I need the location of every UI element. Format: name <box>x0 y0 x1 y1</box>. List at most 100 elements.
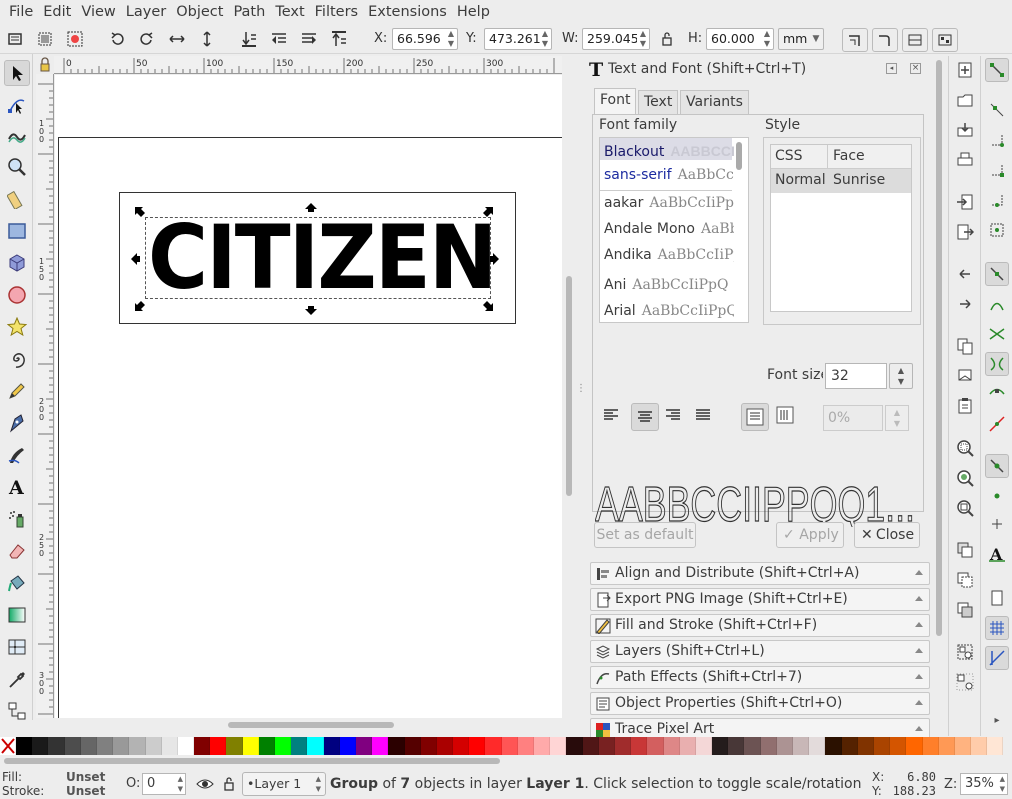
color-palette[interactable] <box>0 737 1012 755</box>
deselect-icon[interactable] <box>64 28 86 50</box>
iconify-icon[interactable]: ◂ <box>886 63 897 74</box>
raise-to-top-icon[interactable] <box>328 28 350 50</box>
vertical-text-icon[interactable] <box>775 405 799 431</box>
font-item[interactable]: Blackout AABBCCII <box>604 142 734 164</box>
color-swatch[interactable] <box>760 737 777 755</box>
rotate-cw-icon[interactable] <box>136 28 158 50</box>
save-icon[interactable] <box>953 118 977 142</box>
tweak-tool-icon[interactable] <box>4 122 30 148</box>
dropper-tool-icon[interactable] <box>4 666 30 692</box>
menu-help[interactable]: Help <box>452 0 495 24</box>
snap-rotation-center-icon[interactable] <box>985 512 1009 536</box>
color-swatch[interactable] <box>679 737 696 755</box>
color-swatch[interactable] <box>647 737 664 755</box>
snap-bbox-center-icon[interactable] <box>985 218 1009 242</box>
paste-icon[interactable] <box>953 394 977 418</box>
color-swatch[interactable] <box>712 737 729 755</box>
color-swatch[interactable] <box>534 737 551 755</box>
horizontal-scroll-thumb[interactable] <box>228 722 394 728</box>
visibility-eye-icon[interactable] <box>196 776 214 792</box>
panel-path-effects[interactable]: Path Effects (Shift+Ctrl+7) <box>590 666 930 689</box>
pencil-tool-icon[interactable] <box>4 378 30 404</box>
align-justify-icon[interactable] <box>693 405 717 431</box>
rotate-ccw-icon[interactable] <box>106 28 128 50</box>
expand-triangle-icon[interactable] <box>915 596 923 601</box>
select-all-layers-icon[interactable] <box>34 28 56 50</box>
unit-select[interactable]: mm ▼ <box>778 28 824 50</box>
color-swatch[interactable] <box>598 737 615 755</box>
redo-icon[interactable] <box>953 292 977 316</box>
color-swatch[interactable] <box>323 737 340 755</box>
menu-text[interactable]: Text <box>270 0 309 24</box>
close-panel-icon[interactable]: × <box>910 63 921 74</box>
panel-fill-stroke[interactable]: Fill and Stroke (Shift+Ctrl+F) <box>590 614 930 637</box>
dock-scroll-thumb[interactable] <box>936 60 942 636</box>
line-spacing-input[interactable]: 0% <box>823 405 883 431</box>
font-item[interactable]: Ani AaBbCcIiPpQ <box>604 276 734 298</box>
snap-toggle-icon[interactable] <box>985 58 1009 82</box>
css-column-header[interactable]: CSS <box>775 148 803 164</box>
color-swatch[interactable] <box>728 737 745 755</box>
print-icon[interactable] <box>953 148 977 172</box>
drawing-canvas[interactable]: CITIZEN <box>55 75 562 718</box>
close-button[interactable]: ✕ Close <box>854 522 920 548</box>
color-swatch[interactable] <box>663 737 680 755</box>
color-swatch[interactable] <box>194 737 211 755</box>
expand-triangle-icon[interactable] <box>915 726 923 731</box>
color-swatch[interactable] <box>161 737 178 755</box>
color-swatch[interactable] <box>825 737 842 755</box>
align-right-icon[interactable] <box>663 405 687 431</box>
menu-view[interactable]: View <box>76 0 120 24</box>
menu-edit[interactable]: Edit <box>38 0 76 24</box>
color-swatch[interactable] <box>177 737 195 755</box>
spin-arrows-icon[interactable]: ▲ ▼ <box>637 29 649 49</box>
selector-tool-icon[interactable] <box>4 60 30 86</box>
zoom-input[interactable]: 35% ▲ ▼ <box>960 773 1008 795</box>
lock-icon[interactable] <box>656 28 678 50</box>
color-swatch[interactable] <box>614 737 632 755</box>
snap-nodes-icon[interactable] <box>985 262 1009 286</box>
color-swatch[interactable] <box>485 737 502 755</box>
snap-path-icon[interactable] <box>985 292 1009 316</box>
snap-smooth-icon[interactable] <box>985 382 1009 406</box>
color-swatch[interactable] <box>226 737 243 755</box>
color-swatch[interactable] <box>857 737 874 755</box>
font-family-list[interactable]: Blackout AABBCCII sans-serif AaBbCc aakar AaB… <box>599 137 749 323</box>
expand-triangle-icon[interactable] <box>915 570 923 575</box>
color-swatch[interactable] <box>987 737 1004 755</box>
color-swatch[interactable] <box>453 737 470 755</box>
color-swatch[interactable] <box>501 737 518 755</box>
color-swatch[interactable] <box>744 737 761 755</box>
snap-bbox-edge-icon[interactable] <box>985 128 1009 152</box>
x-input[interactable]: 66.596 ▲ ▼ <box>392 28 458 50</box>
node-tool-icon[interactable] <box>4 92 30 118</box>
snap-bbox-midpoint-icon[interactable] <box>985 188 1009 212</box>
panel-align-distribute[interactable]: Align and Distribute (Shift+Ctrl+A) <box>590 562 930 585</box>
snap-bbox-corner-icon[interactable] <box>985 158 1009 182</box>
font-item[interactable]: aakar AaBbCcIiPpQ <box>604 194 734 216</box>
vertical-ruler[interactable]: 100150200250300 <box>36 74 54 718</box>
font-list-scroll-thumb[interactable] <box>736 142 742 170</box>
color-swatch[interactable] <box>922 737 939 755</box>
color-swatch[interactable] <box>954 737 972 755</box>
color-swatch[interactable] <box>890 737 907 755</box>
snap-object-center-icon[interactable] <box>985 484 1009 508</box>
menu-layer[interactable]: Layer <box>121 0 171 24</box>
spin-arrows-icon[interactable]: ▲ ▼ <box>1000 774 1005 794</box>
color-swatch[interactable] <box>291 737 308 755</box>
group-icon[interactable] <box>953 640 977 664</box>
panel-export-png[interactable]: Export PNG Image (Shift+Ctrl+E) <box>590 588 930 611</box>
layer-lock-icon[interactable] <box>222 776 236 792</box>
flip-vertical-icon[interactable] <box>196 28 218 50</box>
export-icon[interactable] <box>953 220 977 244</box>
text-tool-icon[interactable]: A <box>4 474 30 500</box>
face-column-header[interactable]: Face <box>833 148 865 164</box>
flip-horizontal-icon[interactable] <box>166 28 188 50</box>
expand-triangle-icon[interactable] <box>915 622 923 627</box>
unlink-clone-icon[interactable] <box>953 598 977 622</box>
menu-file[interactable]: File <box>4 0 38 24</box>
snap-others-icon[interactable] <box>985 454 1009 478</box>
panel-object-properties[interactable]: Object Properties (Shift+Ctrl+O) <box>590 692 930 715</box>
menu-extensions[interactable]: Extensions <box>363 0 452 24</box>
panel-layers[interactable]: Layers (Shift+Ctrl+L) <box>590 640 930 663</box>
